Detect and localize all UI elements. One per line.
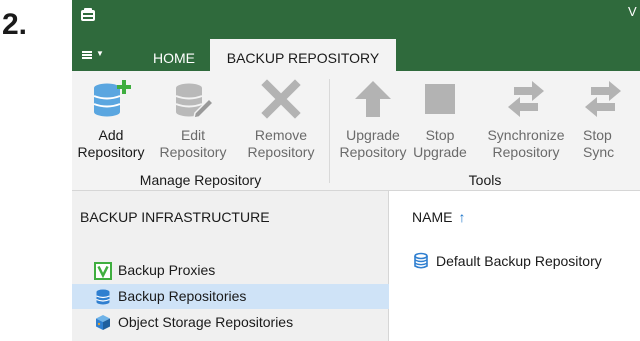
edit-repository-icon <box>175 83 213 119</box>
remove-repository-label-2: Repository <box>247 144 315 160</box>
upgrade-repository-label-2: Repository <box>339 144 407 160</box>
ribbon-group-manage-repository: Manage Repository <box>139 172 262 188</box>
window-title: V <box>628 4 637 19</box>
stop-upgrade-label-1: Stop <box>425 127 455 143</box>
navigation-pane: BACKUP INFRASTRUCTURE Backup Proxies Bac… <box>72 191 389 341</box>
add-repository-button[interactable]: Add Repository <box>76 79 146 161</box>
stop-icon <box>425 84 455 114</box>
table-row[interactable]: Default Backup Repository <box>390 249 640 274</box>
remove-repository-label-1: Remove <box>254 127 308 143</box>
app-logo-icon[interactable] <box>80 7 96 23</box>
stop-sync-icon <box>585 81 621 117</box>
tab-backup-repository[interactable]: BACKUP REPOSITORY <box>210 39 396 71</box>
chevron-down-icon: ▼ <box>96 49 104 58</box>
edit-repository-label-2: Repository <box>159 144 227 160</box>
upgrade-repository-label-1: Upgrade <box>346 127 400 143</box>
synchronize-repository-label-2: Repository <box>492 144 560 160</box>
add-repository-label-2: Repository <box>77 144 145 160</box>
tree-item-label: Object Storage Repositories <box>118 314 294 330</box>
veeam-console-window: V ▼ HOME BACKUP REPOSITORY Add Repositor… <box>72 0 640 341</box>
remove-repository-button[interactable]: Remove Repository <box>244 79 318 161</box>
add-repository-label-1: Add <box>98 127 124 143</box>
stop-sync-label-2: Sync <box>583 144 615 160</box>
column-header-label: NAME <box>412 209 453 225</box>
ribbon-group-separator <box>329 79 330 183</box>
tab-home[interactable]: HOME <box>140 39 208 71</box>
ribbon-tab-bar: ▼ HOME BACKUP REPOSITORY <box>72 39 640 71</box>
tree-item-backup-repositories[interactable]: Backup Repositories <box>72 284 389 309</box>
edit-repository-label-1: Edit <box>180 127 206 143</box>
stop-upgrade-button[interactable]: Stop Upgrade <box>412 79 468 161</box>
repository-name: Default Backup Repository <box>436 253 602 269</box>
stop-sync-button[interactable]: Stop Sync <box>579 79 635 161</box>
tree-item-backup-proxies[interactable]: Backup Proxies <box>72 258 389 283</box>
tree-item-label: Backup Proxies <box>118 262 216 278</box>
edit-repository-button[interactable]: Edit Repository <box>156 79 230 161</box>
main-menu-button[interactable]: ▼ <box>80 45 108 65</box>
step-number: 2. <box>2 8 28 41</box>
tree-item-label: Backup Repositories <box>118 288 247 304</box>
title-bar: V <box>72 0 640 39</box>
stop-upgrade-label-2: Upgrade <box>413 144 467 160</box>
database-icon <box>96 289 110 305</box>
upgrade-arrow-icon <box>355 81 391 117</box>
ribbon-group-tools: Tools <box>468 172 502 188</box>
hamburger-icon <box>82 51 92 59</box>
synchronize-repository-button[interactable]: Synchronize Repository <box>484 79 568 161</box>
add-repository-icon <box>93 80 131 117</box>
sort-ascending-icon: ↑ <box>458 209 466 225</box>
remove-icon <box>261 79 301 119</box>
ribbon: Add Repository Edit Repository Remove Re… <box>72 71 640 191</box>
synchronize-icon <box>508 81 544 117</box>
database-icon <box>414 252 428 269</box>
navigation-pane-header: BACKUP INFRASTRUCTURE <box>80 209 270 225</box>
stop-sync-label-1: Stop <box>583 127 612 143</box>
upgrade-repository-button[interactable]: Upgrade Repository <box>336 79 410 161</box>
repository-list-pane: NAME ↑ Default Backup Repository <box>390 191 640 341</box>
backup-proxy-icon <box>94 262 112 280</box>
column-header-name[interactable]: NAME ↑ <box>412 209 465 225</box>
tree-item-object-storage-repositories[interactable]: Object Storage Repositories <box>72 310 389 335</box>
synchronize-repository-label-1: Synchronize <box>487 127 565 143</box>
object-storage-icon <box>96 315 110 330</box>
